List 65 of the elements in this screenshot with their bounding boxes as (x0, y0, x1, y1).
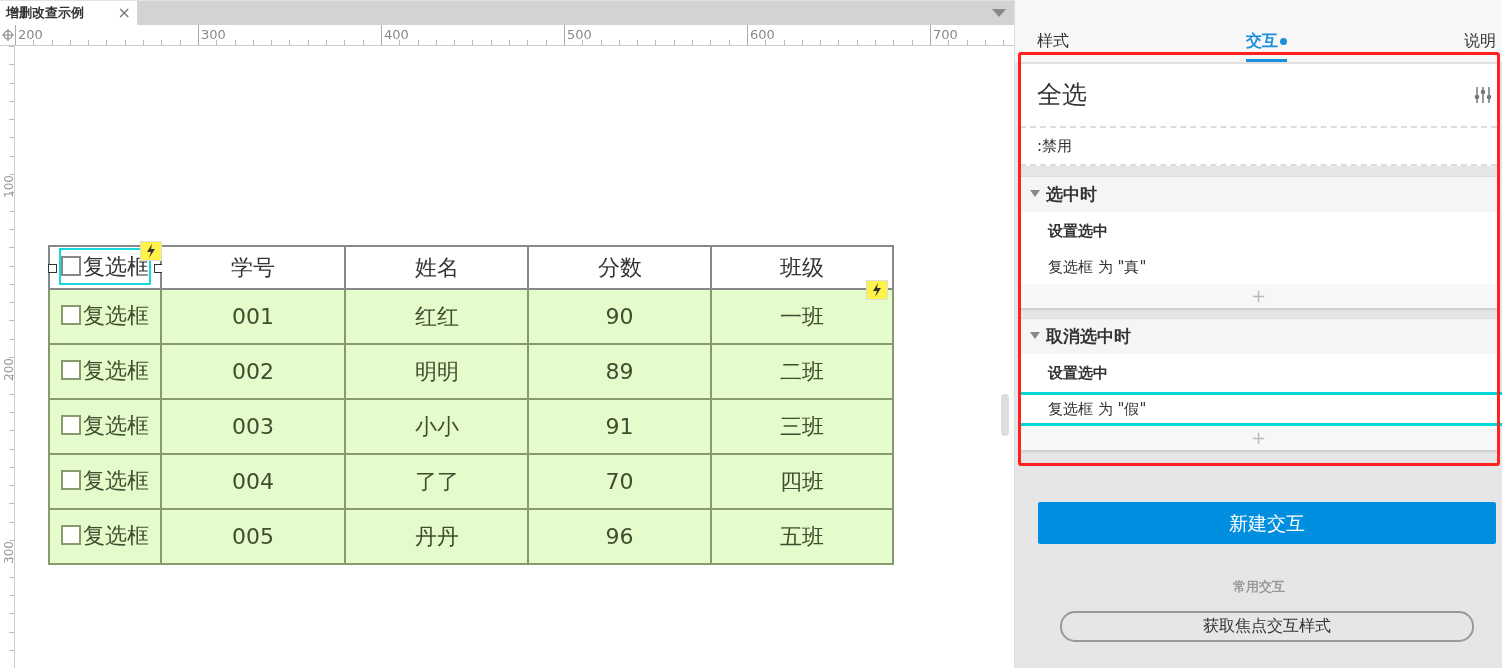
checkbox[interactable] (61, 360, 81, 381)
ruler-label: 200 (18, 27, 43, 42)
ruler-label: 100 (1, 175, 17, 198)
panel-tab[interactable]: 说明 (1464, 29, 1496, 62)
checkbox[interactable] (61, 470, 81, 491)
document-tab[interactable]: 增删改查示例 × (0, 1, 137, 25)
ruler-label: 200 (1, 358, 17, 381)
section-label: 常用交互 (1231, 578, 1286, 596)
resize-handle[interactable] (48, 263, 57, 273)
checkbox-label: 复选框 (83, 521, 149, 550)
table-cell: 了了 (345, 454, 528, 509)
table-cell: 002 (161, 344, 345, 399)
checkbox[interactable] (61, 415, 81, 436)
common-interaction-button[interactable]: 获取焦点交互样式 (1060, 610, 1474, 642)
table-cell: 70 (528, 454, 711, 509)
ruler-label: 300 (1, 541, 17, 564)
checkbox-label: 复选框 (83, 301, 149, 330)
ruler-label: 400 (384, 27, 409, 42)
ruler-label: 600 (750, 27, 775, 42)
table-cell: 003 (161, 399, 345, 454)
table-cell: 一班 (711, 289, 893, 344)
checkbox[interactable] (61, 305, 81, 326)
new-interaction-button[interactable]: 新建交互 (1038, 502, 1496, 544)
table-cell: 91 (528, 399, 711, 454)
table-cell: 五班 (711, 509, 893, 564)
checkbox[interactable] (61, 525, 81, 546)
table-cell: 小小 (345, 399, 528, 454)
event-header[interactable]: 选中时 (1020, 176, 1497, 212)
checkbox-label: 复选框 (83, 411, 149, 440)
state-label[interactable]: :禁用 (1037, 134, 1073, 158)
table-cell: 丹丹 (345, 509, 528, 564)
table-cell: 004 (161, 454, 345, 509)
table-cell: 96 (528, 509, 711, 564)
action-name[interactable]: 设置选中 (1048, 219, 1108, 243)
table-cell: 90 (528, 289, 711, 344)
table-cell: 89 (528, 344, 711, 399)
crosshair-icon (1, 29, 14, 41)
widget-name: 全选 (1037, 79, 1087, 112)
column-header: 姓名 (345, 246, 528, 289)
lightning-icon (866, 280, 888, 300)
ruler-label: 300 (201, 27, 226, 42)
table-cell: 红红 (345, 289, 528, 344)
event-header[interactable]: 取消选中时 (1020, 318, 1497, 354)
ruler-label: 700 (933, 27, 958, 42)
close-icon[interactable]: × (117, 1, 131, 25)
checkbox[interactable] (61, 256, 81, 277)
column-header: 分数 (528, 246, 711, 289)
action-detail[interactable]: 复选框 为 "假" (1020, 392, 1502, 426)
action-name[interactable]: 设置选中 (1048, 361, 1108, 385)
tab-title: 增删改查示例 (6, 4, 84, 23)
table-cell: 001 (161, 289, 345, 344)
table-cell: 四班 (711, 454, 893, 509)
table-cell: 二班 (711, 344, 893, 399)
ruler-label: 500 (567, 27, 592, 42)
panel-tab[interactable]: 样式 (1037, 29, 1069, 62)
scrollbar-thumb[interactable] (1001, 394, 1009, 436)
checkbox-label: 复选框 (83, 356, 149, 385)
table-cell: 三班 (711, 399, 893, 454)
sliders-icon[interactable] (1474, 86, 1492, 104)
action-detail[interactable]: 复选框 为 "真" (1020, 250, 1497, 284)
checkbox-label: 复选框 (83, 466, 149, 495)
table-cell: 明明 (345, 344, 528, 399)
dropdown-icon[interactable] (992, 9, 1006, 17)
table-cell: 005 (161, 509, 345, 564)
column-header: 学号 (161, 246, 345, 289)
